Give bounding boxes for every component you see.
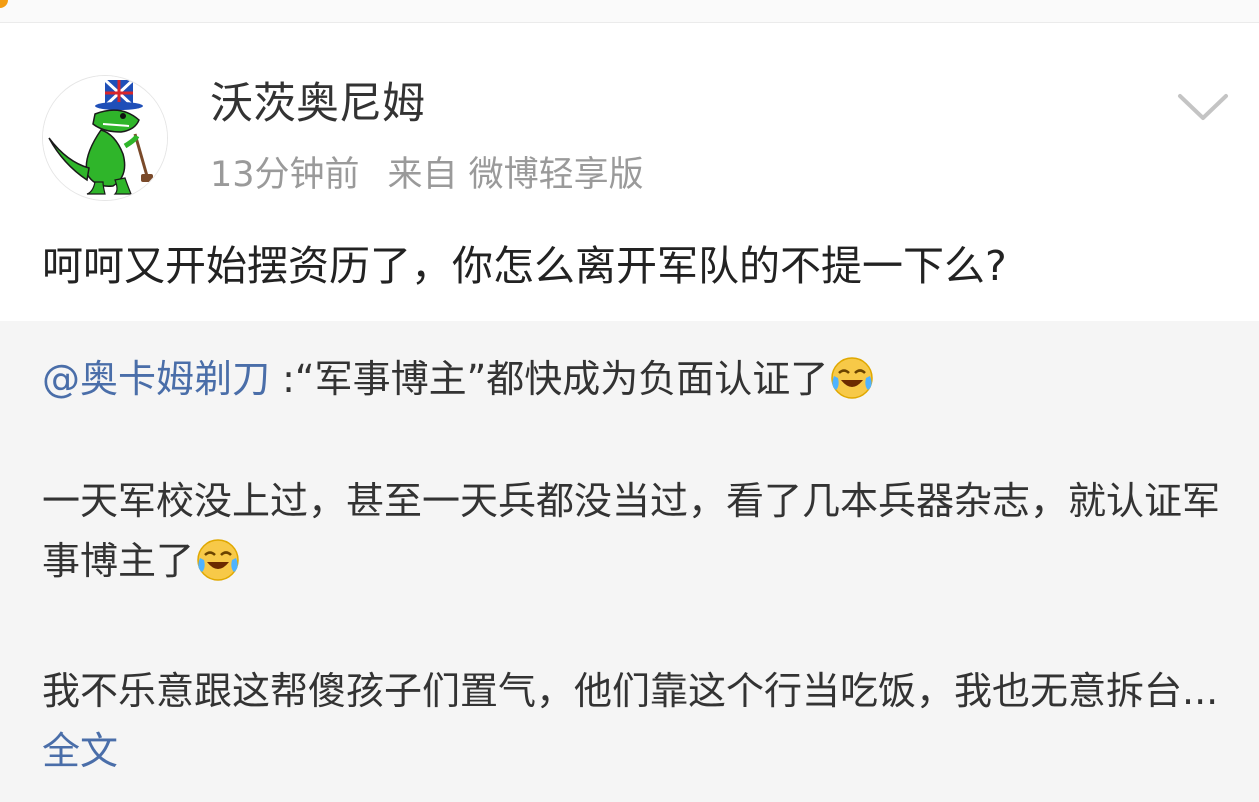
notification-dot <box>0 0 8 8</box>
repost-text-3: 我不乐意跟这帮傻孩子们置气，他们靠这个行当吃饭，我也无意拆台... <box>42 669 1219 713</box>
dinosaur-avatar-icon <box>43 76 167 200</box>
repost-paragraph-3: 我不乐意跟这帮傻孩子们置气，他们靠这个行当吃饭，我也无意拆台... 全文 <box>42 661 1222 781</box>
post-text: 呵呵又开始摆资历了，你怎么离开军队的不提一下么? <box>42 242 1007 290</box>
top-status-strip <box>0 0 1259 23</box>
repost-text-1: :“军事博主”都快成为负面认证了 <box>270 357 829 401</box>
laugh-cry-icon <box>196 538 240 599</box>
avatar[interactable] <box>42 75 168 201</box>
post-time: 13分钟前 <box>210 155 360 195</box>
repost-block[interactable]: @奥卡姆剃刀 :“军事博主”都快成为负面认证了 一天军校没上过，甚至一天兵都没当… <box>0 321 1259 802</box>
chevron-down-icon <box>1178 94 1228 120</box>
post-source[interactable]: 来自 微博轻享版 <box>388 155 644 195</box>
laugh-cry-icon <box>830 356 874 417</box>
username[interactable]: 沃茨奥尼姆 <box>210 74 425 134</box>
repost-paragraph-2: 一天军校没上过，甚至一天兵都没当过，看了几本兵器杂志，就认证军事博主了 <box>42 471 1222 599</box>
more-options-button[interactable] <box>1174 88 1232 128</box>
repost-paragraph-1: @奥卡姆剃刀 :“军事博主”都快成为负面认证了 <box>42 349 1222 417</box>
mention-link[interactable]: @奥卡姆剃刀 <box>42 357 270 401</box>
post-meta: 13分钟前 来自 微博轻享版 <box>210 152 644 198</box>
full-text-link[interactable]: 全文 <box>42 729 118 773</box>
